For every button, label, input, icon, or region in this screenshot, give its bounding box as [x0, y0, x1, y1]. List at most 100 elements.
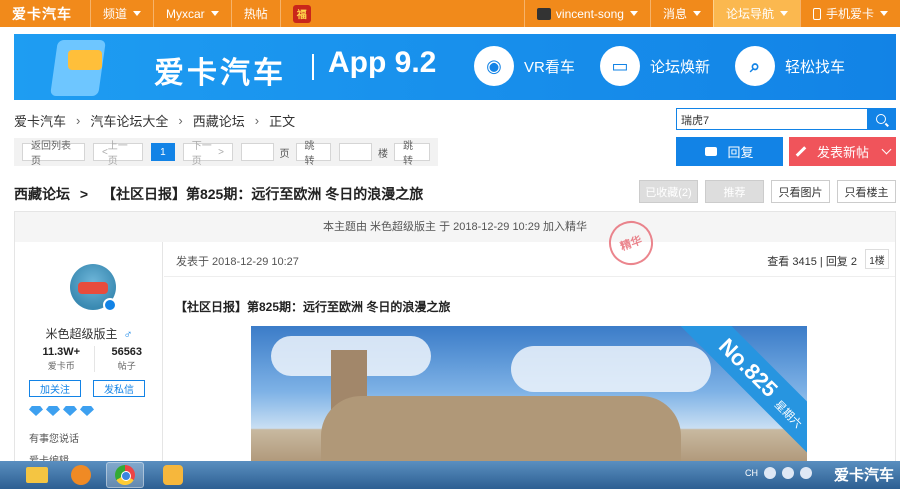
media-player-icon	[71, 465, 91, 485]
pen-icon	[795, 146, 807, 157]
coins-value: 11.3W+	[42, 346, 81, 358]
nav-myxcar[interactable]: Myxcar	[153, 0, 231, 27]
app-banner[interactable]: 爱卡汽车 App 9.2 ◉ VR看车 ▭ 论坛焕新 ⌕ 轻松找车	[14, 34, 896, 100]
help-icon[interactable]	[782, 467, 794, 479]
banner-brand: 爱卡汽车	[154, 57, 286, 90]
post-stats: 查看 3415 | 回复 2	[767, 253, 857, 269]
search-box: 瑞虎7	[676, 108, 896, 130]
festival-badge-icon: 福	[292, 4, 311, 23]
search-input[interactable]: 瑞虎7	[677, 109, 867, 129]
posts-stat[interactable]: 56563 帖子	[93, 346, 160, 372]
post-header: 精华 发表于 2018-12-29 10:27 查看 3415 | 回复 2 1…	[164, 214, 895, 277]
top-navbar: 爱卡汽车 频道 Myxcar 热帖 福 vincent-song 消息 论坛导航…	[0, 0, 900, 27]
nav-hot[interactable]: 热帖	[230, 0, 280, 27]
forum-nav-menu[interactable]: 论坛导航	[712, 0, 800, 27]
follow-button[interactable]: 加关注	[29, 380, 81, 397]
avatar-car-icon	[78, 282, 108, 294]
site-logo[interactable]: 爱卡汽车	[0, 0, 90, 27]
banner-feature-vr-label: VR看车	[524, 58, 575, 76]
messages-label: 消息	[662, 7, 687, 21]
user-menu[interactable]: vincent-song	[523, 0, 650, 27]
system-tray: CH	[745, 467, 812, 479]
media-player-button[interactable]	[62, 462, 100, 488]
chrome-icon	[115, 465, 135, 485]
author-panel: 米色超级版主 ♂ 11.3W+ 爱卡币 56563 帖子 加关注 发私信 有事您说话 …	[15, 242, 163, 472]
posts-value: 56563	[111, 346, 143, 358]
collected-button[interactable]: 已收藏(2)	[639, 180, 698, 203]
banner-feature-forum: ▭ 论坛焕新	[600, 46, 710, 86]
file-explorer-button[interactable]	[18, 462, 56, 488]
post-image[interactable]: No.825 星期六	[251, 326, 807, 472]
prev-page-label: 上一页	[107, 141, 128, 167]
search-icon	[876, 114, 886, 124]
thread-title: 【社区日报】第825期：远行至欧洲 冬日的浪漫之旅	[101, 186, 424, 202]
chevron-down-icon	[880, 11, 888, 16]
search-button[interactable]	[867, 109, 895, 129]
floor-number-input[interactable]	[339, 143, 373, 161]
reply-label: 回复	[727, 145, 754, 160]
chevron-right-icon: ›	[76, 113, 81, 128]
private-message-button[interactable]: 发私信	[93, 380, 145, 397]
car-illustration	[68, 50, 102, 70]
essence-notice: 本主题由 米色超级版主 于 2018-12-29 10:29 加入精华	[15, 212, 895, 242]
post-time: 发表于 2018-12-29 10:27	[176, 256, 299, 268]
app-button[interactable]	[154, 462, 192, 488]
user-avatar-icon	[536, 7, 551, 20]
back-to-list-button[interactable]: 返回列表页	[22, 141, 85, 167]
replies-value: 2	[850, 256, 857, 268]
page-1-button[interactable]: 1	[151, 143, 175, 161]
new-post-label: 发表新帖	[816, 145, 869, 160]
breadcrumb-forums[interactable]: 汽车论坛大全	[90, 111, 168, 130]
festival-badge-item[interactable]: 福	[279, 0, 323, 27]
page-label: 页	[279, 148, 290, 160]
cloud-shape	[511, 346, 711, 392]
new-post-button[interactable]: 发表新帖	[789, 137, 896, 166]
ime-icon[interactable]	[764, 467, 776, 479]
breadcrumb: 爱卡汽车 › 汽车论坛大全 › 西藏论坛 › 正文	[14, 111, 295, 130]
floor-badge[interactable]: 1楼	[865, 249, 889, 269]
phone-icon	[812, 7, 821, 20]
chrome-button[interactable]	[106, 462, 144, 488]
only-images-button[interactable]: 只看图片	[771, 180, 830, 203]
floor-jump-button[interactable]: 跳转	[394, 141, 430, 167]
banner-feature-vr: ◉ VR看车	[474, 46, 575, 86]
posts-label: 帖子	[117, 361, 136, 371]
chevron-down-icon	[779, 11, 788, 16]
recommend-button[interactable]: 推荐	[705, 180, 764, 203]
breadcrumb-home[interactable]: 爱卡汽车	[14, 111, 66, 130]
nav-channels[interactable]: 频道	[90, 0, 153, 27]
thread-title-arrow: >	[79, 186, 89, 202]
thread-forum-link[interactable]: 西藏论坛	[14, 186, 70, 202]
page-jump-button[interactable]: 跳转	[295, 141, 332, 167]
chevron-down-icon	[133, 11, 142, 16]
author-name[interactable]: 米色超级版主	[45, 327, 117, 341]
diamond-icon	[80, 406, 94, 416]
only-op-button[interactable]: 只看楼主	[837, 180, 896, 203]
username: vincent-song	[555, 6, 624, 21]
banner-feature-find-label: 轻松找车	[785, 58, 846, 76]
breadcrumb-tibet[interactable]: 西藏论坛	[193, 111, 245, 130]
author-stats: 11.3W+ 爱卡币 56563 帖子	[29, 346, 159, 372]
forum-nav-label: 论坛导航	[725, 7, 774, 21]
input-language[interactable]: CH	[745, 468, 758, 478]
diamond-icon	[46, 406, 60, 416]
network-icon[interactable]	[800, 467, 812, 479]
mobile-menu[interactable]: 手机爱卡	[799, 0, 900, 27]
mobile-label: 手机爱卡	[825, 7, 874, 21]
reply-button[interactable]: 回复	[676, 137, 783, 166]
diamond-icon	[29, 406, 43, 416]
page-number-input[interactable]	[240, 143, 274, 161]
app-icon	[163, 465, 183, 485]
chat-icon	[705, 147, 718, 156]
author-motto: 有事您说话	[29, 434, 79, 445]
nav-hot-label: 热帖	[243, 7, 268, 21]
author-name-row: 米色超级版主 ♂	[15, 325, 163, 342]
vr-icon: ◉	[474, 46, 514, 86]
messages-menu[interactable]: 消息	[649, 0, 713, 27]
chevron-down-icon	[692, 11, 701, 16]
male-icon: ♂	[123, 327, 133, 341]
prev-page-button[interactable]: < 上一页	[92, 141, 144, 167]
next-page-button[interactable]: 下一页 >	[182, 141, 233, 167]
search-car-icon: ⌕	[735, 46, 775, 86]
banner-feature-find: ⌕ 轻松找车	[735, 46, 845, 86]
